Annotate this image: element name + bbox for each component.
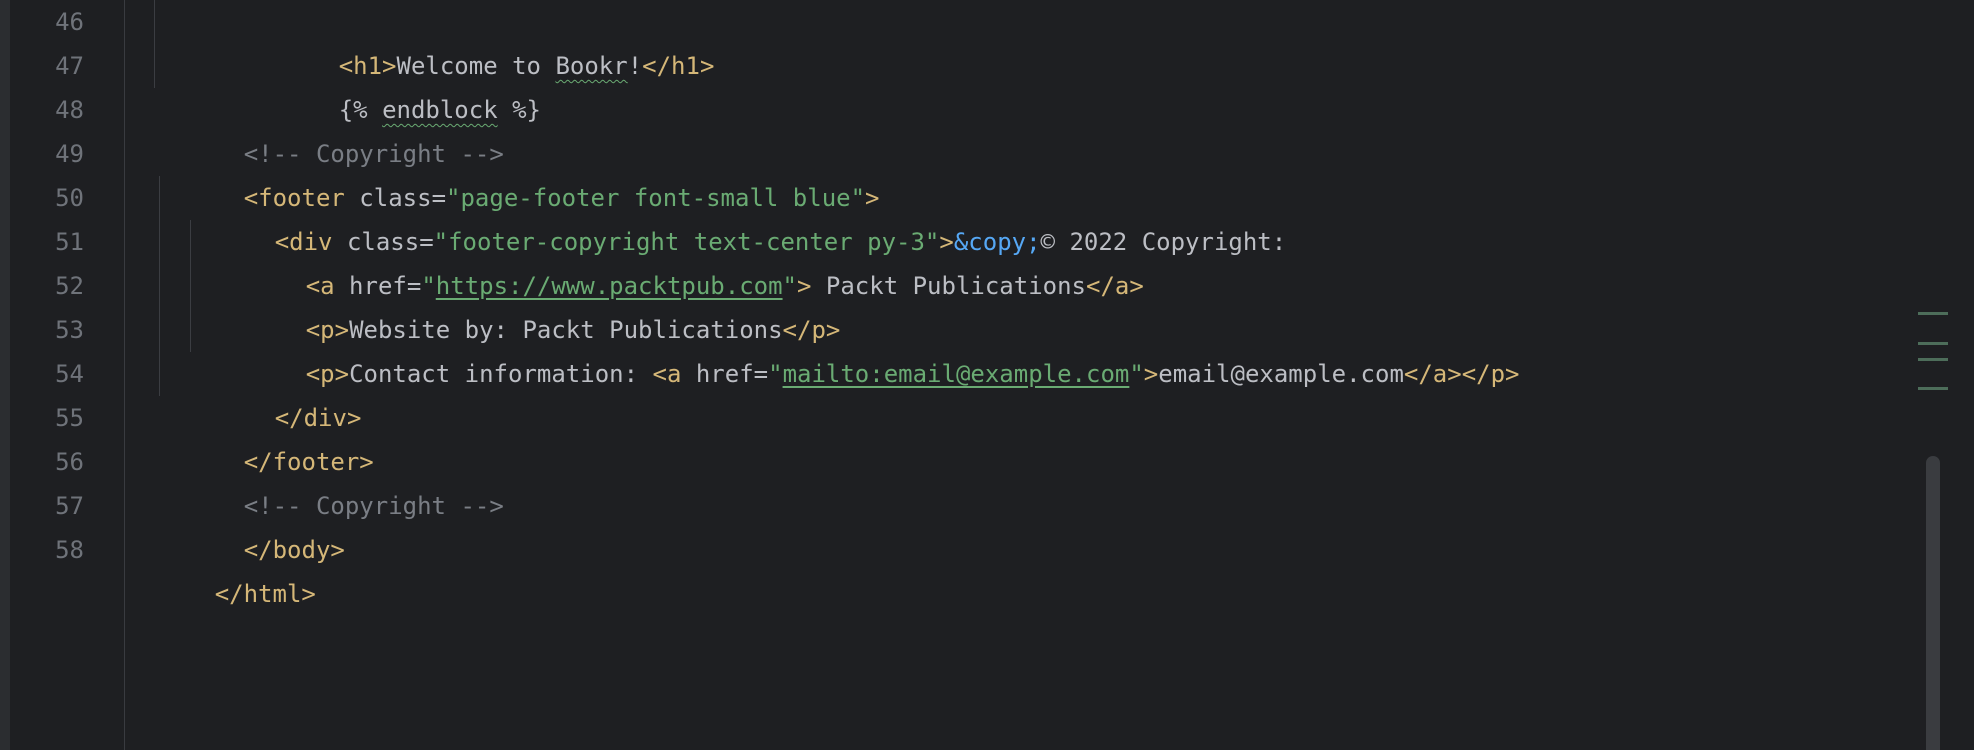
stripe-marker[interactable] (1918, 312, 1948, 315)
stripe-marker[interactable] (1918, 342, 1948, 345)
indent-guide (154, 44, 155, 88)
gutter-divider (124, 0, 125, 750)
scrollbar-thumb[interactable] (1926, 456, 1940, 750)
stripe-marker[interactable] (1918, 358, 1948, 361)
line-number: 58 (55, 536, 84, 564)
tool-window-strip (0, 0, 10, 750)
line-number: 51 (55, 228, 84, 256)
code-editor[interactable]: 46 47 48 49 50 51 52 53 54 55 56 57 58 <… (0, 0, 1974, 750)
line-number: 48 (55, 96, 84, 124)
line-number: 54 (55, 360, 84, 388)
code-line-53[interactable]: <p>Contact information: <a href="mailto:… (128, 308, 1914, 388)
code-line-56[interactable]: <!-- Copyright --> (128, 440, 1914, 520)
line-number: 57 (55, 492, 84, 520)
code-line-50[interactable]: <div class="footer-copyright text-center… (128, 176, 1914, 256)
line-number: 50 (55, 184, 84, 212)
token-tag: </html> (214, 580, 316, 608)
gutter[interactable]: 46 47 48 49 50 51 52 53 54 55 56 57 58 (10, 0, 124, 750)
indent-guide (190, 308, 191, 352)
stripe-marker[interactable] (1918, 387, 1948, 390)
code-line-55[interactable]: </footer> (128, 396, 1914, 476)
code-line-51[interactable]: <a href="https://www.packtpub.com"> Pack… (128, 220, 1914, 300)
code-line-48[interactable]: <!-- Copyright --> (128, 88, 1914, 168)
indent-guide (159, 264, 160, 308)
indent-guide (159, 220, 160, 264)
indent-guide (159, 352, 160, 396)
vertical-scrollbar[interactable] (1926, 456, 1940, 750)
code-line-54[interactable]: </div> (128, 352, 1914, 432)
indent-guide (159, 176, 160, 220)
line-number: 56 (55, 448, 84, 476)
code-line-52[interactable]: <p>Website by: Packt Publications</p> (128, 264, 1914, 344)
line-number: 52 (55, 272, 84, 300)
line-number: 46 (55, 8, 84, 36)
code-line-46[interactable]: <h1>Welcome to Bookr!</h1> (128, 0, 1914, 80)
line-number: 47 (55, 52, 84, 80)
indent-guide (190, 220, 191, 264)
code-line-58[interactable]: </html> (128, 528, 1914, 608)
line-number: 53 (55, 316, 84, 344)
code-line-57[interactable]: </body> (128, 484, 1914, 564)
code-line-49[interactable]: <footer class="page-footer font-small bl… (128, 132, 1914, 212)
indent-guide (159, 308, 160, 352)
line-numbers: 46 47 48 49 50 51 52 53 54 55 56 57 58 (20, 0, 84, 572)
line-number: 55 (55, 404, 84, 432)
line-number: 49 (55, 140, 84, 168)
code-line-47[interactable]: {% endblock %} (128, 44, 1914, 124)
code-area[interactable]: <h1>Welcome to Bookr!</h1> {% endblock %… (128, 0, 1914, 608)
indent-guide (154, 0, 155, 44)
indent-guide (190, 264, 191, 308)
